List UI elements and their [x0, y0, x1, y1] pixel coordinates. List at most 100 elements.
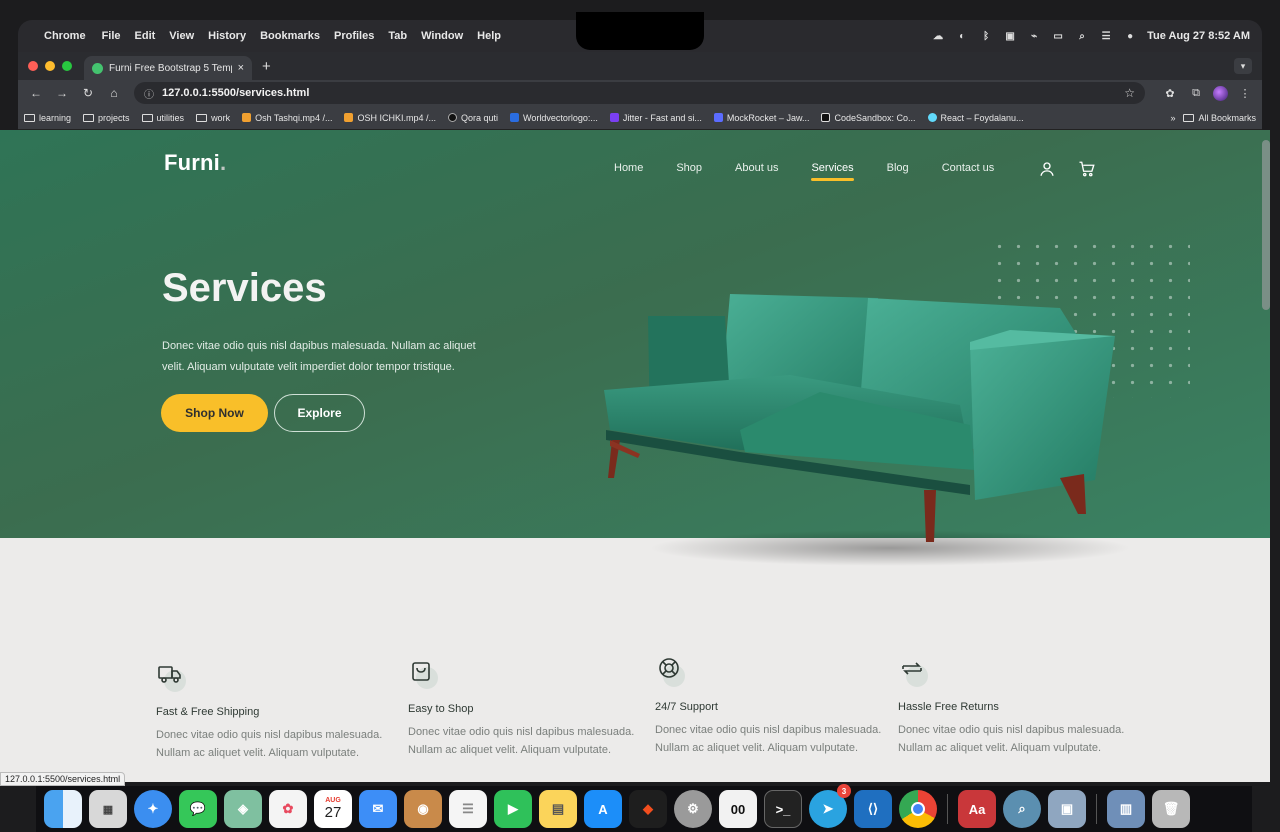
chrome-icon[interactable]: [899, 790, 937, 828]
bookmark-label: All Bookmarks: [1198, 112, 1256, 123]
feature-title: Easy to Shop: [408, 703, 474, 715]
finder-icon[interactable]: [44, 790, 82, 828]
minimize-window-button[interactable]: [45, 61, 55, 71]
launchpad-icon[interactable]: ▦: [89, 790, 127, 828]
nav-services[interactable]: Services: [811, 162, 854, 181]
site-logo[interactable]: Furni.: [164, 150, 226, 176]
menu-window[interactable]: Window: [421, 30, 463, 42]
home-icon[interactable]: ⌂: [104, 86, 124, 100]
menu-file[interactable]: File: [102, 30, 121, 42]
profile-avatar[interactable]: [1213, 85, 1228, 101]
photos-icon[interactable]: ✿: [269, 790, 307, 828]
menu-edit[interactable]: Edit: [135, 30, 156, 42]
reload-icon[interactable]: ↻: [78, 86, 98, 100]
terminal-icon[interactable]: >_: [764, 790, 802, 828]
nav-about-us[interactable]: About us: [735, 162, 778, 174]
bookmarks-overflow-button[interactable]: »: [1170, 113, 1175, 123]
cart-icon[interactable]: [1078, 160, 1096, 183]
nav-shop[interactable]: Shop: [676, 162, 702, 174]
new-tab-button[interactable]: +: [262, 58, 271, 75]
maps-icon[interactable]: ◈: [224, 790, 262, 828]
url-text[interactable]: 127.0.0.1:5500/services.html: [162, 87, 1124, 99]
all-bookmarks-button[interactable]: All Bookmarks: [1183, 113, 1256, 123]
menu-history[interactable]: History: [208, 30, 246, 42]
menu-profiles[interactable]: Profiles: [334, 30, 374, 42]
forward-arrow-icon[interactable]: →: [52, 86, 72, 100]
keyboard-layout-icon[interactable]: ▣: [1003, 31, 1017, 42]
reminders-icon[interactable]: ☰: [449, 790, 487, 828]
chrome-toolbar: ← → ↻ ⌂ ⓘ 127.0.0.1:5500/services.html ☆…: [18, 80, 1262, 106]
menu-bookmarks[interactable]: Bookmarks: [260, 30, 320, 42]
shop-now-button[interactable]: Shop Now: [161, 394, 268, 432]
bookmark-osh-ichki[interactable]: OSH ICHKI.mp4 /...: [344, 113, 436, 123]
figma-icon[interactable]: ◆: [629, 790, 667, 828]
bookmark-folder-projects[interactable]: projects: [83, 113, 130, 123]
tab-search-chevron-icon[interactable]: ▾: [1234, 58, 1252, 74]
bookmark-react[interactable]: React – Foydalanu...: [927, 113, 1024, 123]
bookmark-mockrocket[interactable]: MockRocket – Jaw...: [713, 113, 809, 123]
preview-icon[interactable]: ⌕: [1003, 790, 1041, 828]
menu-view[interactable]: View: [169, 30, 194, 42]
system-settings-icon[interactable]: ⚙: [674, 790, 712, 828]
close-window-button[interactable]: [28, 61, 38, 71]
user-icon[interactable]: [1038, 160, 1056, 183]
bookmark-jitter[interactable]: Jitter - Fast and si...: [609, 113, 702, 123]
drive-icon: [242, 113, 252, 122]
chrome-menu-icon[interactable]: ⋮: [1236, 87, 1254, 100]
bluetooth-icon[interactable]: ᛒ: [979, 31, 993, 42]
page-scrollbar[interactable]: [1262, 140, 1270, 310]
bookmark-star-icon[interactable]: ☆: [1124, 86, 1135, 100]
bookmark-worldvectorlogo[interactable]: Worldvectorlogo:...: [510, 113, 598, 123]
extension-icon[interactable]: ✿: [1161, 87, 1179, 100]
zoom-window-button[interactable]: [62, 61, 72, 71]
cloud-icon[interactable]: ☁: [931, 31, 945, 42]
support-icon: [659, 658, 679, 678]
back-arrow-icon[interactable]: ←: [26, 86, 46, 100]
browser-tab-active[interactable]: Furni Free Bootstrap 5 Templ ×: [84, 56, 252, 80]
nav-contact-us[interactable]: Contact us: [942, 162, 995, 174]
bag-icon: [412, 662, 430, 681]
telegram-icon[interactable]: ➤ 3: [809, 784, 851, 828]
bookmark-label: work: [211, 112, 231, 123]
bookmark-folder-learning[interactable]: learning: [24, 113, 71, 123]
facetime-icon[interactable]: ▶: [494, 790, 532, 828]
battery-icon[interactable]: ▭: [1051, 31, 1065, 42]
control-center-icon[interactable]: ☰: [1099, 31, 1113, 42]
bookmark-label: Qora quti: [460, 112, 499, 123]
extensions-puzzle-icon[interactable]: ⧉: [1187, 87, 1205, 100]
address-bar[interactable]: ⓘ 127.0.0.1:5500/services.html ☆: [134, 82, 1145, 104]
dictionary-icon[interactable]: Aa: [958, 790, 996, 828]
calendar-icon[interactable]: AUG 27: [314, 790, 352, 828]
vscode-icon[interactable]: ⟨⟩: [854, 790, 892, 828]
nav-home[interactable]: Home: [614, 162, 643, 174]
site-info-icon[interactable]: ⓘ: [144, 86, 154, 101]
tab-close-icon[interactable]: ×: [238, 62, 244, 74]
bookmark-osh-tashqi[interactable]: Osh Tashqi.mp4 /...: [242, 113, 332, 123]
notes-icon[interactable]: ▤: [539, 790, 577, 828]
menu-chrome[interactable]: Chrome: [44, 30, 86, 42]
menubar-clock[interactable]: Tue Aug 27 8:52 AM: [1147, 30, 1250, 42]
bookmark-codesandbox[interactable]: CodeSandbox: Co...: [821, 113, 916, 123]
wifi-off-icon[interactable]: ⌁: [1027, 31, 1041, 42]
bookmark-label: projects: [98, 112, 130, 123]
menu-help[interactable]: Help: [477, 30, 501, 42]
display-icon[interactable]: ◐: [955, 31, 969, 42]
contacts-icon[interactable]: ◉: [404, 790, 442, 828]
utility-app-icon[interactable]: 00: [719, 790, 757, 828]
safari-icon[interactable]: ✦: [134, 790, 172, 828]
bookmark-folder-utilities[interactable]: utilities: [141, 113, 184, 123]
siri-icon[interactable]: ●: [1123, 31, 1137, 42]
spotlight-search-icon[interactable]: ⌕: [1075, 31, 1089, 42]
menu-tab[interactable]: Tab: [388, 30, 407, 42]
explore-button[interactable]: Explore: [274, 394, 365, 432]
nav-blog[interactable]: Blog: [887, 162, 909, 174]
calendar-day: 27: [324, 804, 342, 821]
bookmark-folder-work[interactable]: work: [196, 113, 230, 123]
app-store-icon[interactable]: A: [584, 790, 622, 828]
bookmark-qora-quti[interactable]: Qora quti: [447, 112, 499, 123]
trash-icon[interactable]: 🗑: [1152, 790, 1190, 828]
messages-icon[interactable]: 💬: [179, 790, 217, 828]
mail-icon[interactable]: ✉: [359, 790, 397, 828]
image-capture-icon[interactable]: ▣: [1048, 790, 1086, 828]
downloads-folder-icon[interactable]: ▥: [1107, 790, 1145, 828]
